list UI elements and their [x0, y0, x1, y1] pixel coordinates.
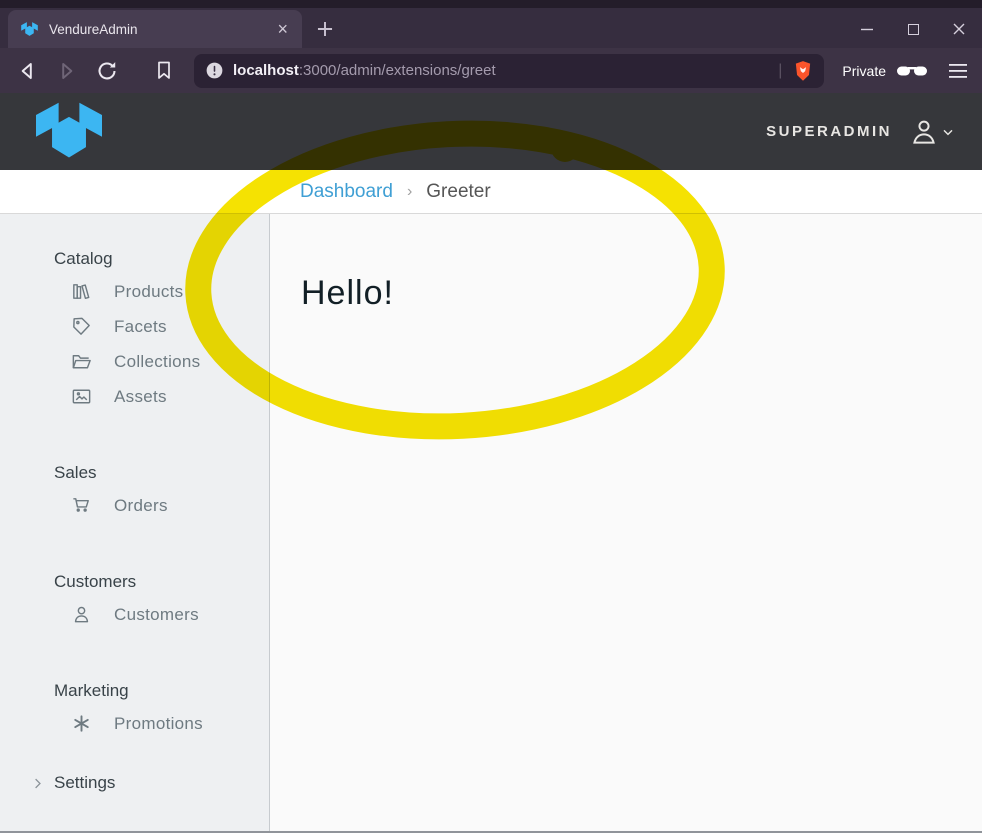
sidebar-item-products[interactable]: Products	[0, 274, 269, 309]
user-menu[interactable]: SUPERADMIN	[766, 116, 956, 148]
sidebar-item-orders[interactable]: Orders	[0, 488, 269, 523]
tab-close-icon[interactable]: ×	[273, 20, 292, 38]
sidebar-item-label: Promotions	[114, 714, 203, 734]
reload-button[interactable]	[94, 58, 120, 84]
maximize-button[interactable]	[890, 12, 936, 46]
breadcrumb-separator: ›	[407, 183, 412, 201]
vendure-logo-icon[interactable]	[30, 99, 108, 165]
app-body: Catalog Products Facets	[0, 214, 982, 831]
toolbar-right-group: Private	[842, 62, 968, 80]
window-controls	[844, 12, 982, 46]
sidebar-item-label: Collections	[114, 352, 200, 372]
address-bar[interactable]: localhost:3000/admin/extensions/greet |	[194, 54, 824, 88]
sidebar-section-marketing: Marketing Promotions	[0, 676, 269, 741]
browser-window: VendureAdmin ×	[0, 0, 982, 833]
tag-icon	[70, 315, 93, 338]
private-mode-label: Private	[842, 63, 886, 79]
sidebar-item-settings[interactable]: Settings	[0, 773, 269, 793]
sidebar-item-label: Products	[114, 282, 184, 302]
sidebar-section-catalog: Catalog Products Facets	[0, 244, 269, 414]
sidebar-item-label: Orders	[114, 496, 168, 516]
user-icon	[70, 603, 93, 626]
minimize-button[interactable]	[844, 12, 890, 46]
app-header: SUPERADMIN	[0, 93, 982, 170]
menu-hamburger-icon[interactable]	[948, 62, 968, 80]
forward-button-disabled[interactable]	[54, 58, 80, 84]
section-heading-catalog: Catalog	[0, 244, 269, 274]
brave-shield-icon[interactable]	[792, 59, 814, 83]
asterisk-icon	[70, 712, 93, 735]
section-heading-marketing: Marketing	[0, 676, 269, 706]
breadcrumb: Dashboard › Greeter	[0, 170, 982, 214]
sidebar-section-customers: Customers Customers	[0, 567, 269, 632]
chevron-right-icon	[30, 776, 45, 791]
address-bar-divider: |	[778, 62, 782, 80]
cart-icon	[70, 494, 93, 517]
breadcrumb-current: Greeter	[426, 181, 490, 203]
sidebar-item-collections[interactable]: Collections	[0, 344, 269, 379]
settings-label: Settings	[54, 773, 115, 793]
window-top-edge	[0, 0, 982, 8]
site-info-icon[interactable]	[204, 60, 225, 81]
section-heading-customers: Customers	[0, 567, 269, 597]
image-icon	[70, 385, 93, 408]
breadcrumb-link-dashboard[interactable]: Dashboard	[300, 181, 393, 203]
section-heading-sales: Sales	[0, 458, 269, 488]
url-path: :3000/admin/extensions/greet	[299, 62, 496, 79]
sidebar-item-customers[interactable]: Customers	[0, 597, 269, 632]
user-avatar-icon	[908, 116, 940, 148]
browser-toolbar: localhost:3000/admin/extensions/greet | …	[0, 48, 982, 93]
private-sunglasses-icon	[896, 63, 928, 79]
tab-bar: VendureAdmin ×	[0, 8, 982, 48]
user-label: SUPERADMIN	[766, 123, 892, 140]
books-icon	[70, 280, 93, 303]
sidebar-section-sales: Sales Orders	[0, 458, 269, 523]
sidebar-nav: Catalog Products Facets	[0, 214, 270, 831]
url-text[interactable]: localhost:3000/admin/extensions/greet	[233, 62, 768, 79]
url-host: localhost	[233, 62, 299, 79]
bookmark-icon[interactable]	[152, 58, 178, 84]
sidebar-item-assets[interactable]: Assets	[0, 379, 269, 414]
sidebar-item-facets[interactable]: Facets	[0, 309, 269, 344]
tab-favicon-vendure-logo-icon	[20, 21, 39, 38]
sidebar-item-promotions[interactable]: Promotions	[0, 706, 269, 741]
new-tab-button[interactable]	[312, 16, 338, 42]
sidebar-item-label: Assets	[114, 387, 167, 407]
sidebar-item-label: Facets	[114, 317, 167, 337]
tab-title: VendureAdmin	[49, 22, 273, 37]
sidebar-item-label: Customers	[114, 605, 199, 625]
main-content: Hello!	[270, 214, 982, 831]
chevron-down-icon	[940, 124, 956, 140]
browser-tab[interactable]: VendureAdmin ×	[8, 10, 302, 48]
folder-icon	[70, 350, 93, 373]
greeting-heading: Hello!	[301, 274, 982, 313]
close-window-button[interactable]	[936, 12, 982, 46]
back-button[interactable]	[14, 58, 40, 84]
